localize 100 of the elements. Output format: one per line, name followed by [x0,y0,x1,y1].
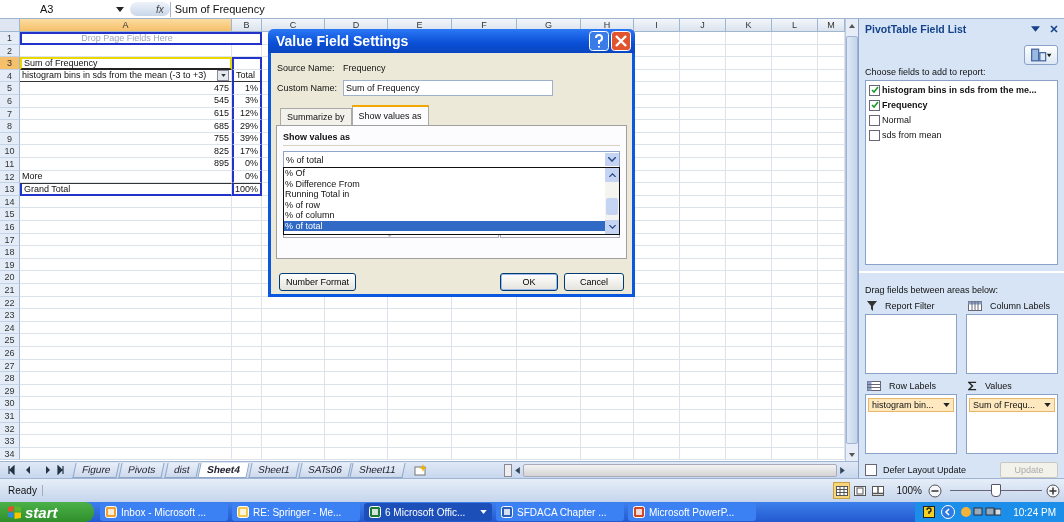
drop-area[interactable]: histogram bin... [865,394,957,455]
column-header[interactable]: A [20,19,232,33]
drop-area[interactable] [966,314,1058,375]
tray-icons[interactable] [961,506,1002,518]
drop-area[interactable] [865,314,957,375]
dialog-button[interactable]: Number Format [279,273,356,291]
taskbar-button[interactable]: Inbox - Microsoft ... [100,503,228,521]
field-checkbox[interactable] [869,114,880,126]
field-chip[interactable]: Sum of Frequ... [969,398,1055,413]
row-header[interactable]: 10 [0,145,20,159]
field-checkbox[interactable] [869,84,880,96]
sheet-cell[interactable]: 755 [20,132,232,146]
sheet-cell[interactable]: More [20,170,232,184]
scrollbar-thumb[interactable] [606,197,618,216]
drop-area[interactable]: Sum of Frequ... [966,394,1058,455]
sheet-cell[interactable]: 685 [20,120,232,133]
empty-cell[interactable] [232,57,262,70]
field-name[interactable]: Frequency [882,100,928,111]
taskbar-button[interactable]: Microsoft PowerP... [628,503,756,521]
caret-icon[interactable] [480,510,487,514]
sheet-cell[interactable]: 895 [20,158,232,171]
dialog-tab[interactable]: Summarize by [280,108,352,125]
field-name[interactable]: sds from mean [882,130,942,141]
sheet-tab[interactable]: Sheet11 [349,463,406,479]
name-box[interactable]: A3 [0,2,130,17]
sheet-cell[interactable]: 0% [232,170,262,184]
empty-cell[interactable] [232,32,262,45]
sheet-cell[interactable]: 615 [20,107,232,121]
zoom-out-icon[interactable] [928,483,942,498]
help-icon[interactable] [923,506,936,518]
row-header[interactable]: 8 [0,120,20,133]
sheet-cell[interactable]: 12% [232,107,262,121]
dialog-button[interactable]: OK [500,273,558,291]
sheet-cell[interactable]: 100% [232,183,262,196]
dropdown-option[interactable]: % of column [284,210,605,221]
sheet-tab[interactable]: Pivots [118,463,166,479]
sheet-cell[interactable]: Grand Total [20,183,232,196]
layout-button[interactable] [1024,44,1058,65]
row-header[interactable]: 28 [0,372,20,385]
arrow-left-icon[interactable] [515,466,520,474]
column-header[interactable]: L [772,19,818,33]
dropdown-button[interactable] [605,153,619,166]
dropdown-option[interactable]: Running Total in [284,189,605,200]
function-label[interactable]: fx [156,3,164,15]
field-checkbox[interactable] [869,129,880,141]
sheet-cell[interactable]: 29% [232,120,262,133]
taskbar-button[interactable]: SFDACA Chapter ... [496,503,624,521]
pivot-field-header[interactable]: histogram bins in sds from the mean (-3 to +3) [20,69,232,83]
row-header[interactable]: 23 [0,309,20,322]
list-scrollbar[interactable] [605,168,619,234]
row-header[interactable]: 13 [0,183,20,196]
dropdown-icon[interactable] [1031,25,1040,32]
sheet-cell[interactable]: Sum of Frequency [20,57,232,70]
sheet-cell[interactable]: Total [232,69,262,83]
sheet-tab[interactable]: Sheet1 [248,463,300,479]
dialog-button[interactable]: Cancel [564,273,624,291]
dropdown-option[interactable]: % Of [284,168,605,179]
taskbar-button[interactable]: 6 Microsoft Offic... [364,503,492,521]
sheet-tab[interactable]: Figure [72,463,120,479]
split-handle[interactable] [504,463,512,477]
taskbar-button[interactable]: RE: Springer - Me... [232,503,360,521]
sheet-cell[interactable]: 475 [20,82,232,96]
arrow-right-icon[interactable] [840,466,845,474]
field-name[interactable]: histogram bins in sds from the me... [882,85,1037,96]
caret-icon[interactable] [943,403,950,408]
caret-icon[interactable] [1044,403,1051,408]
row-header[interactable]: 18 [0,246,20,259]
arrow-up-icon[interactable] [849,23,855,28]
zoom-in-icon[interactable] [1046,483,1060,498]
sheet-tab[interactable]: dist [164,463,199,479]
formula-field[interactable]: Sum of Frequency [169,1,1064,17]
row-header[interactable]: 16 [0,221,20,234]
row-header[interactable]: 25 [0,334,20,347]
sheet-cell[interactable]: 17% [232,145,262,159]
dropdown-option[interactable]: % of total [284,220,605,231]
close-icon[interactable] [1050,24,1058,33]
row-header[interactable]: 3 [0,57,20,70]
sheet-cell[interactable]: 1% [232,82,262,96]
sheet-cell[interactable]: 545 [20,95,232,108]
sheet-cell[interactable]: 0% [232,158,262,171]
sheet-navigation-icon[interactable] [6,465,66,476]
field-chip[interactable]: histogram bin... [868,398,954,413]
column-header[interactable]: I [634,19,680,33]
column-header[interactable]: B [232,19,262,33]
sheet-cell[interactable]: 825 [20,145,232,159]
field-checkbox[interactable] [869,99,880,111]
filter-dropdown-button[interactable] [217,70,229,82]
sheet-cell[interactable]: 3% [232,95,262,108]
insert-sheet-icon[interactable] [413,464,428,477]
row-header[interactable]: 11 [0,158,20,171]
dialog-tab[interactable]: Show values as [351,105,429,125]
row-header[interactable]: 20 [0,271,20,284]
arrow-down-icon[interactable] [849,452,855,457]
column-header[interactable]: J [680,19,726,33]
dropdown-option[interactable]: % Difference From [284,178,605,189]
row-header[interactable]: 6 [0,95,20,108]
chevron-down-icon[interactable] [608,225,616,230]
sheet-cell[interactable]: 39% [232,132,262,146]
dropdown-option[interactable]: % of row [284,199,605,210]
field-name[interactable]: Normal [882,115,911,126]
